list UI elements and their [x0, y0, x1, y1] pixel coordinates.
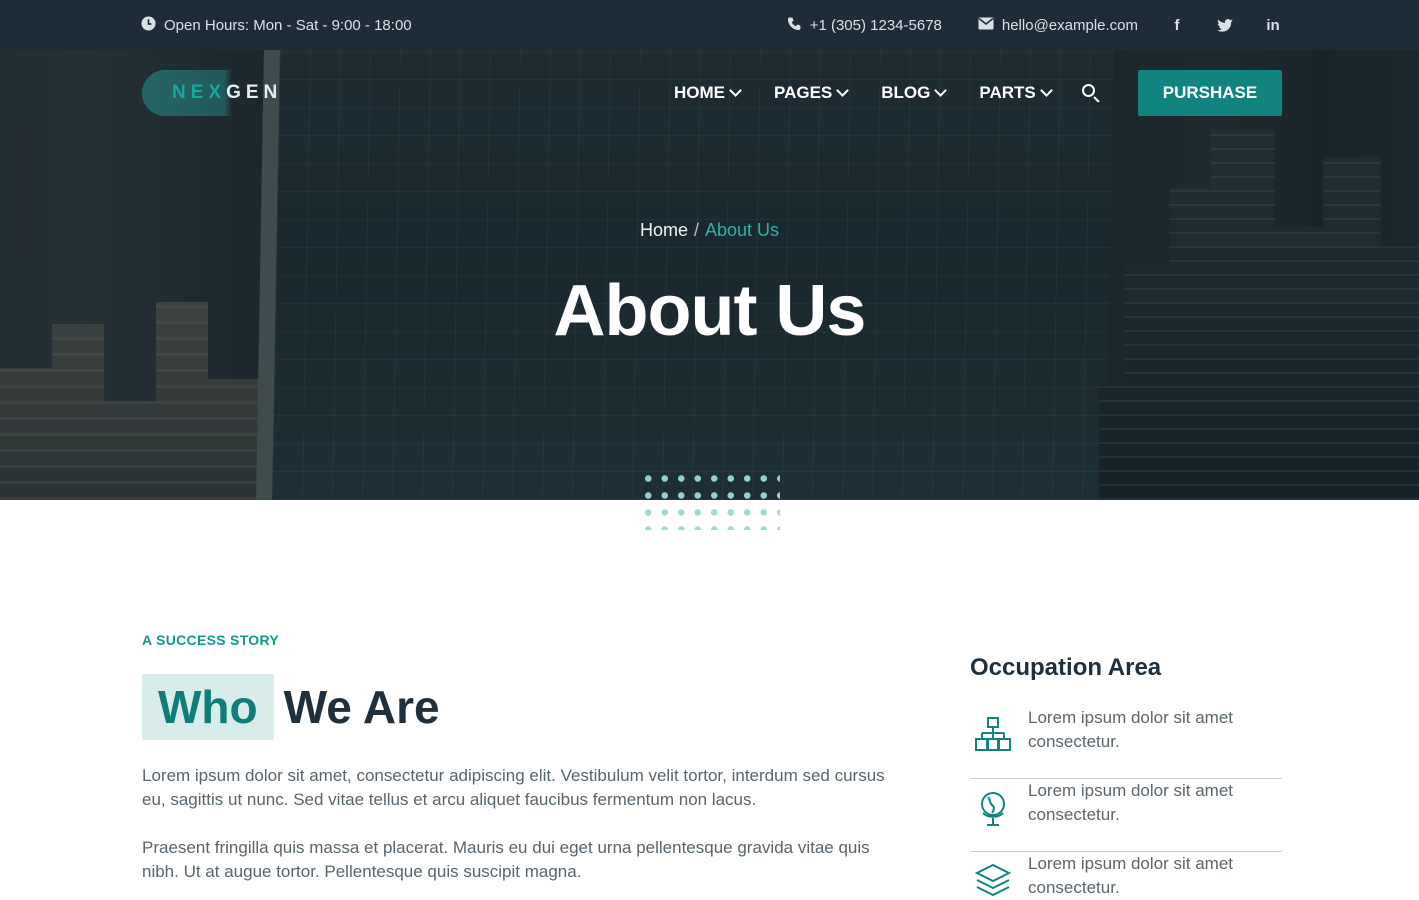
- occupation-item: Lorem ipsum dolor sit amet consectetur.: [970, 779, 1282, 852]
- breadcrumb-current: About Us: [704, 220, 780, 240]
- page-title: About Us: [553, 271, 867, 351]
- twitter-icon[interactable]: [1216, 18, 1234, 32]
- breadcrumb: Home / About Us: [0, 220, 1419, 241]
- occupation-text: Lorem ipsum dolor sit amet consectetur.: [1028, 781, 1234, 824]
- linkedin-icon[interactable]: in: [1264, 17, 1282, 34]
- logo[interactable]: NEX GEN: [142, 70, 292, 116]
- envelope-icon: [978, 17, 994, 34]
- topbar: Open Hours: Mon - Sat - 9:00 - 18:00 +1 …: [0, 0, 1419, 50]
- occupation-item: Lorem ipsum dolor sit amet consectetur.: [970, 706, 1282, 779]
- chevron-down-icon: [836, 84, 850, 97]
- nav-item-blog[interactable]: BLOG: [881, 83, 948, 103]
- logo-part1: NEX: [172, 82, 227, 103]
- search-icon[interactable]: [1081, 83, 1101, 103]
- chevron-down-icon: [729, 84, 742, 97]
- nav-item-home[interactable]: HOME: [674, 83, 742, 103]
- hierarchy-icon: [970, 712, 1016, 758]
- phone-text: +1 (305) 1234-5678: [809, 16, 942, 34]
- chevron-down-icon: [934, 84, 948, 97]
- clock-icon: [141, 15, 156, 35]
- chevron-down-icon: [1039, 84, 1053, 97]
- occupation-area-title: Occupation Area: [970, 654, 1162, 681]
- occupation-text: Lorem ipsum dolor sit amet consectetur.: [1028, 854, 1234, 897]
- section-heading: Who We Are: [142, 674, 440, 740]
- heading-rest: We Are: [283, 681, 440, 733]
- open-hours: Open Hours: Mon - Sat - 9:00 - 18:00: [141, 0, 412, 50]
- heading-highlight: Who: [142, 674, 274, 740]
- email-link[interactable]: hello@example.com: [978, 17, 1138, 34]
- phone-link[interactable]: +1 (305) 1234-5678: [787, 16, 942, 35]
- facebook-icon[interactable]: f: [1168, 17, 1186, 34]
- email-text: hello@example.com: [1001, 16, 1138, 34]
- about-paragraph-1: Lorem ipsum dolor sit amet, consectetur …: [142, 766, 885, 809]
- phone-icon: [787, 16, 802, 35]
- breadcrumb-home-link[interactable]: Home: [640, 220, 688, 240]
- section-eyebrow: A SUCCESS STORY: [142, 632, 280, 648]
- breadcrumb-separator: /: [693, 220, 699, 240]
- occupation-text: Lorem ipsum dolor sit amet consectetur.: [1028, 708, 1234, 751]
- decorative-dot-pattern: [640, 470, 780, 530]
- about-paragraph-2: Praesent fringilla quis massa et placera…: [142, 838, 870, 881]
- main-nav: HOME PAGES BLOG PARTS: [674, 70, 1101, 116]
- purchase-button[interactable]: PURSHASE: [1138, 70, 1282, 116]
- globe-icon: [970, 785, 1016, 831]
- layers-icon: [970, 858, 1016, 900]
- hero-banner: NEX GEN HOME PAGES BLOG PARTS PURSHASE H…: [0, 50, 1419, 500]
- logo-part2: GEN: [226, 82, 283, 103]
- occupation-item: Lorem ipsum dolor sit amet consectetur.: [970, 852, 1282, 900]
- nav-item-parts[interactable]: PARTS: [979, 83, 1053, 103]
- open-hours-text: Open Hours: Mon - Sat - 9:00 - 18:00: [164, 16, 412, 34]
- nav-item-pages[interactable]: PAGES: [774, 83, 850, 103]
